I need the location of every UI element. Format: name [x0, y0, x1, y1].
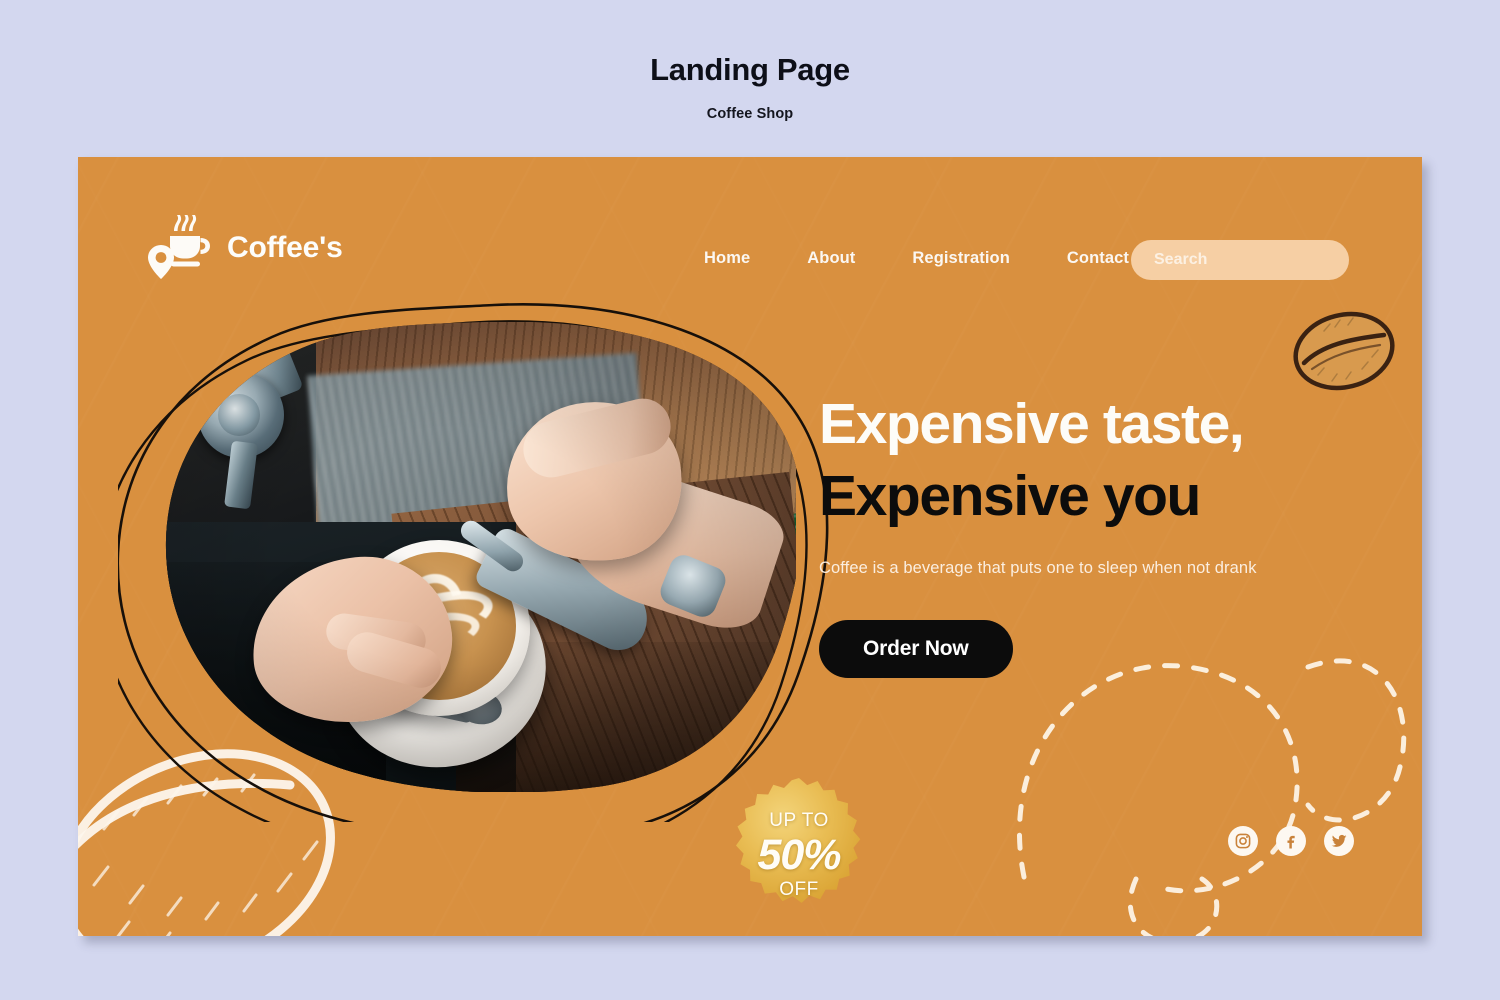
social-link-facebook[interactable]: [1276, 826, 1306, 856]
social-link-instagram[interactable]: [1228, 826, 1258, 856]
social-links: [1228, 826, 1354, 856]
search-input[interactable]: [1154, 251, 1373, 269]
instagram-icon: [1235, 833, 1251, 849]
page-subtitle: Coffee Shop: [706, 106, 794, 122]
nav-item-registration[interactable]: Registration: [912, 249, 1009, 268]
hero-image-blob: [118, 297, 838, 822]
discount-badge: UP TO 50% OFF: [725, 776, 873, 934]
twitter-icon: [1331, 834, 1347, 847]
facebook-icon: [1287, 835, 1295, 849]
hero-subcopy: Coffee is a beverage that puts one to sl…: [819, 558, 1257, 577]
hero-headline-line2: Expensive you: [819, 463, 1201, 528]
nav-item-contact[interactable]: Contact: [1067, 249, 1129, 268]
brand-name: Coffee's: [227, 231, 343, 264]
hero-headline-line1: Expensive taste,: [819, 392, 1245, 456]
badge-top-label: UP TO: [769, 809, 829, 831]
nav-item-about[interactable]: About: [807, 249, 855, 268]
social-link-twitter[interactable]: [1324, 826, 1354, 856]
coffee-cup-location-pin-icon: [148, 215, 210, 279]
search-bar[interactable]: [1131, 240, 1373, 280]
brand-logo[interactable]: Coffee's: [146, 215, 343, 281]
hero-copy: Expensive taste, Expensive you Coffee is…: [819, 389, 1379, 678]
badge-bottom-label: OFF: [779, 878, 819, 900]
badge-value: 50%: [757, 830, 841, 879]
main-navigation: Home About Registration Contact: [704, 249, 1129, 268]
order-now-button[interactable]: Order Now: [819, 619, 1013, 678]
page-header: Landing Page Coffee Shop: [0, 52, 1500, 122]
nav-item-home[interactable]: Home: [704, 249, 750, 268]
site-header: Coffee's Home About Registration Contact: [78, 157, 1422, 347]
landing-page-card: Coffee's Home About Registration Contact: [78, 157, 1422, 936]
page-title: Landing Page: [650, 52, 850, 87]
hero-headline: Expensive taste, Expensive you: [819, 389, 1379, 533]
